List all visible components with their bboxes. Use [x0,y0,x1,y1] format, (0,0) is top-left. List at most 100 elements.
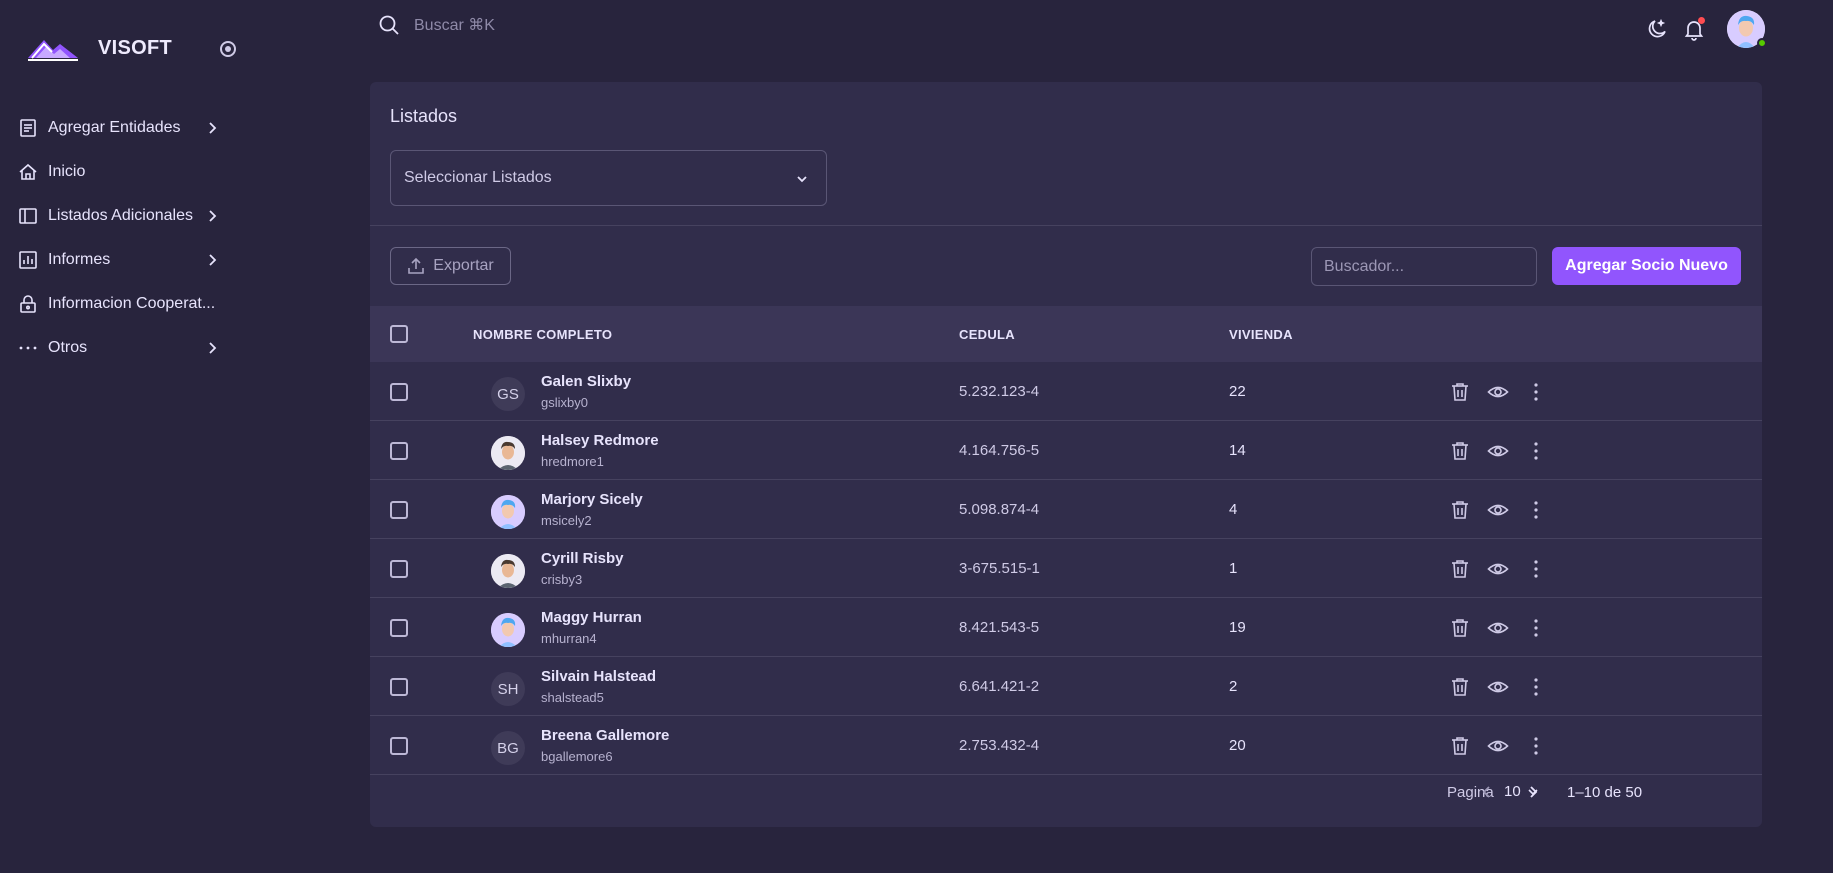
view-icon[interactable] [1487,735,1509,757]
delete-icon[interactable] [1449,676,1471,698]
avatar-image [491,613,525,647]
row-checkbox[interactable] [390,737,408,755]
user-avatar[interactable] [1727,10,1767,48]
add-socio-button[interactable]: Agregar Socio Nuevo [1552,247,1741,285]
header-vivienda[interactable]: VIVIENDA [1229,327,1293,342]
row-checkbox[interactable] [390,383,408,401]
row-name[interactable]: Cyrill Risby [541,550,624,567]
sidebar-item-agregar-entidades[interactable]: Agregar Entidades [18,106,228,150]
delete-icon[interactable] [1449,735,1471,757]
row-name[interactable]: Marjory Sicely [541,491,643,508]
row-name[interactable]: Halsey Redmore [541,432,659,449]
row-cedula: 3-675.515-1 [959,560,1040,577]
avatar-initials: GS [497,385,519,403]
global-search-placeholder: Buscar ⌘K [414,17,495,34]
view-icon[interactable] [1487,381,1509,403]
online-status-dot [1757,38,1767,48]
sidebar-item-label: Agregar Entidades [48,119,181,136]
sidebar-item-label: Otros [48,339,88,356]
table-search-input[interactable]: Buscador... [1311,247,1537,286]
table-row[interactable]: SH Silvain Halstead shalstead5 6.641.421-2 2 [370,657,1762,716]
sidebar-item-listados-adicionales[interactable]: Listados Adicionales [18,194,228,238]
delete-icon[interactable] [1449,558,1471,580]
sidebar-item-inicio[interactable]: Inicio [18,150,228,194]
row-username: hredmore1 [541,454,604,469]
avatar [491,495,525,529]
view-icon[interactable] [1487,499,1509,521]
row-name[interactable]: Breena Gallemore [541,727,669,744]
row-vivienda: 4 [1229,501,1238,518]
pin-sidebar-icon[interactable] [220,41,236,57]
avatar-initials: BG [497,739,519,757]
brand[interactable]: VISOFT [26,34,172,62]
previous-page-button[interactable] [1476,781,1498,803]
row-checkbox[interactable] [390,442,408,460]
more-options-icon[interactable] [1525,381,1547,403]
view-icon[interactable] [1487,440,1509,462]
avatar-image [491,554,525,588]
more-options-icon[interactable] [1525,735,1547,757]
row-cedula: 5.098.874-4 [959,501,1040,518]
row-cedula: 6.641.421-2 [959,678,1040,695]
theme-toggle-icon[interactable] [1645,17,1669,41]
row-vivienda: 2 [1229,678,1238,695]
row-name[interactable]: Silvain Halstead [541,668,656,685]
row-username: shalstead5 [541,690,604,705]
sidebar-item-otros[interactable]: Otros [18,326,228,370]
avatar [491,436,525,470]
table-row[interactable]: Maggy Hurran mhurran4 8.421.543-5 19 [370,598,1762,657]
delete-icon[interactable] [1449,617,1471,639]
row-vivienda: 19 [1229,619,1246,636]
more-options-icon[interactable] [1525,440,1547,462]
row-vivienda: 22 [1229,383,1246,400]
row-vivienda: 1 [1229,560,1238,577]
row-checkbox[interactable] [390,678,408,696]
delete-icon[interactable] [1449,440,1471,462]
view-icon[interactable] [1487,617,1509,639]
bell-icon[interactable] [1682,17,1706,41]
table-row[interactable]: Halsey Redmore hredmore1 4.164.756-5 14 [370,421,1762,480]
table-row[interactable]: Marjory Sicely msicely2 5.098.874-4 4 [370,480,1762,539]
header-cedula[interactable]: CEDULA [959,327,1015,342]
view-icon[interactable] [1487,676,1509,698]
table-search-placeholder: Buscador... [1324,257,1405,275]
listados-select[interactable]: Seleccionar Listados [390,150,827,206]
table-row[interactable]: Cyrill Risby crisby3 3-675.515-1 1 [370,539,1762,598]
row-checkbox[interactable] [390,560,408,578]
more-options-icon[interactable] [1525,558,1547,580]
upload-icon [408,257,425,274]
sidebar-item-informes[interactable]: Informes [18,238,228,282]
avatar: SH [491,672,525,706]
avatar-image [491,436,525,470]
more-options-icon[interactable] [1525,676,1547,698]
table-row[interactable]: BG Breena Gallemore bgallemore6 2.753.432-4… [370,716,1762,775]
more-options-icon[interactable] [1525,617,1547,639]
chevron-right-icon [1530,786,1538,798]
global-search[interactable]: Buscar ⌘K [378,14,495,36]
next-page-button[interactable] [1522,781,1544,803]
avatar [491,613,525,647]
export-button[interactable]: Exportar [390,247,511,285]
table-header: NOMBRE COMPLETO CEDULA VIVIENDA [370,306,1762,362]
select-all-checkbox[interactable] [390,325,408,343]
rows-per-page-select[interactable]: 10 [1504,783,1521,800]
chevron-down-icon [797,176,807,183]
header-nombre[interactable]: NOMBRE COMPLETO [473,327,612,342]
sidebar-nav: Agregar Entidades Inicio Listados Adicio… [18,106,228,370]
delete-icon[interactable] [1449,381,1471,403]
delete-icon[interactable] [1449,499,1471,521]
row-name[interactable]: Maggy Hurran [541,609,642,626]
row-vivienda: 20 [1229,737,1246,754]
more-options-icon[interactable] [1525,499,1547,521]
row-name[interactable]: Galen Slixby [541,373,631,390]
table-row[interactable]: GS Galen Slixby gslixby0 5.232.123-4 22 [370,362,1762,421]
row-checkbox[interactable] [390,619,408,637]
view-icon[interactable] [1487,558,1509,580]
row-checkbox[interactable] [390,501,408,519]
logo-icon [28,40,78,61]
home-icon [18,162,38,182]
notification-badge [1698,17,1705,24]
row-username: crisby3 [541,572,583,587]
sidebar-item-informacion-cooperativa[interactable]: Informacion Cooperat... [18,282,228,326]
chevron-right-icon [209,254,217,266]
